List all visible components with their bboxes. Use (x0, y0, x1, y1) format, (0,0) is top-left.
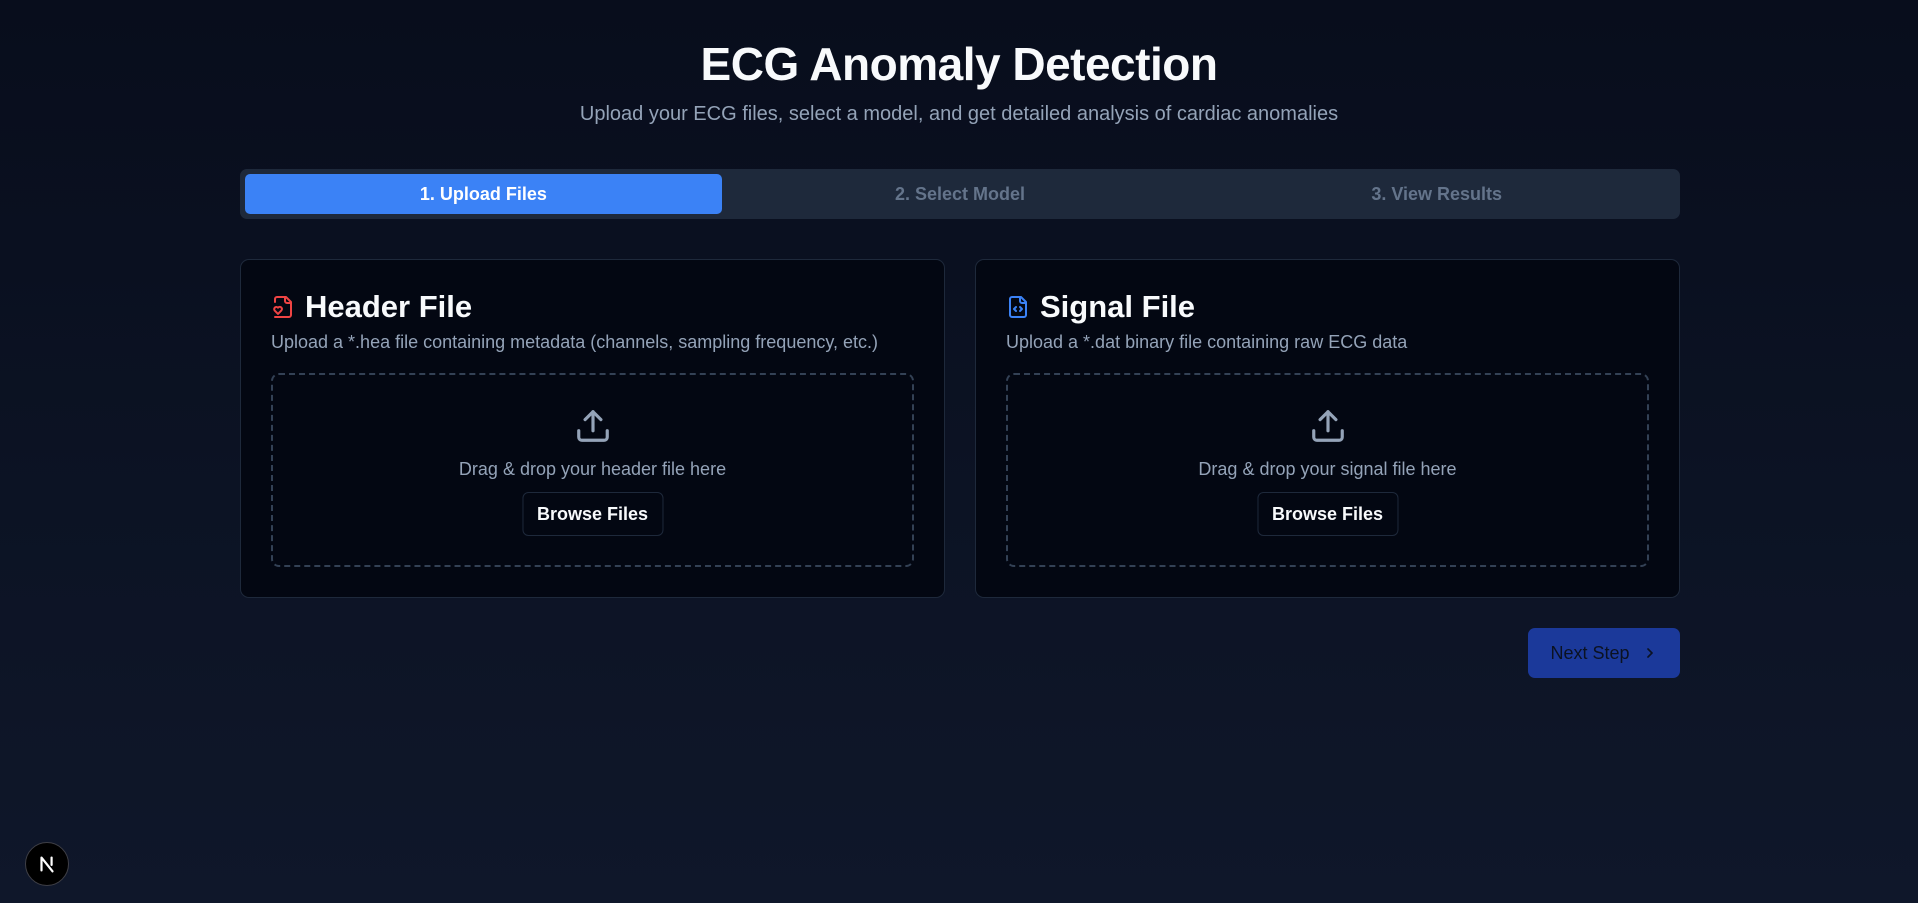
signal-file-heading: Signal File (1006, 288, 1195, 326)
page-title: ECG Anomaly Detection (700, 38, 1218, 90)
tab-select-model[interactable]: 2. Select Model (722, 174, 1199, 214)
header-file-drop-text: Drag & drop your header file here (458, 459, 727, 479)
page-subtitle: Upload your ECG files, select a model, a… (579, 103, 1339, 125)
chevron-right-icon (1642, 645, 1658, 661)
signal-file-title: Signal File (1040, 289, 1196, 324)
header-file-browse-button[interactable]: Browse Files (521, 492, 664, 536)
header-file-dropzone[interactable]: Drag & drop your header file here Browse… (271, 373, 914, 567)
upload-icon (1309, 407, 1347, 445)
tab-upload-files[interactable]: 1. Upload Files (245, 174, 722, 214)
header-file-card: Header File Upload a *.hea file containi… (240, 259, 945, 598)
upload-icon (574, 407, 612, 445)
signal-file-description: Upload a *.dat binary file containing ra… (1006, 332, 1408, 352)
file-heart-icon (271, 295, 295, 319)
signal-file-dropzone[interactable]: Drag & drop your signal file here Browse… (1006, 373, 1649, 567)
signal-file-browse-button[interactable]: Browse Files (1256, 492, 1399, 536)
header-file-description: Upload a *.hea file containing metadata … (271, 332, 879, 352)
nextjs-logo-icon[interactable] (25, 842, 69, 886)
tab-view-results[interactable]: 3. View Results (1198, 174, 1675, 214)
step-tabs: 1. Upload Files 2. Select Model 3. View … (240, 169, 1680, 219)
next-step-label: Next Step (1550, 642, 1630, 663)
signal-file-drop-text: Drag & drop your signal file here (1198, 459, 1457, 479)
next-step-button[interactable]: Next Step (1528, 628, 1680, 678)
header-file-title: Header File (305, 289, 473, 324)
signal-file-card: Signal File Upload a *.dat binary file c… (975, 259, 1680, 598)
header-file-heading: Header File (271, 288, 472, 326)
file-code-icon (1006, 295, 1030, 319)
